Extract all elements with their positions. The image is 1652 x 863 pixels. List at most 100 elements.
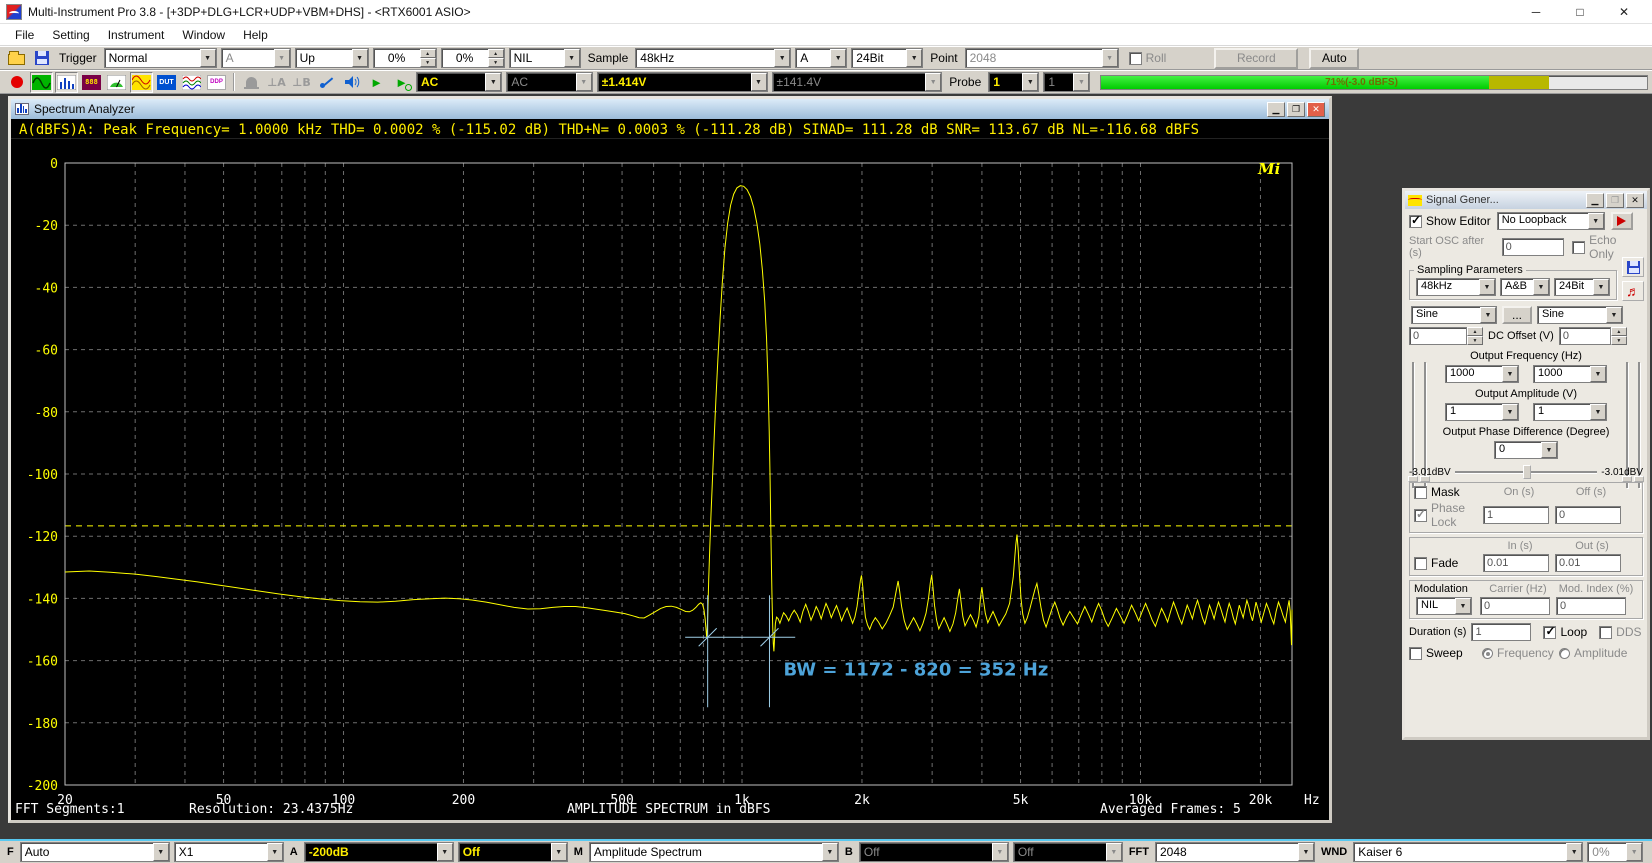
dc-offset-a-field[interactable]: 0 (1409, 327, 1467, 345)
chevron-down-icon (1566, 843, 1582, 861)
menu-setting[interactable]: Setting (43, 26, 98, 44)
a-ref-select[interactable]: Off (458, 842, 568, 862)
trigger-mode-select[interactable]: Normal (104, 48, 217, 68)
fft-label: FFT (1129, 846, 1149, 858)
menu-help[interactable]: Help (234, 26, 277, 44)
probe-a-select[interactable]: 1 (988, 72, 1039, 92)
oscilloscope-icon[interactable] (30, 72, 53, 93)
maximize-icon[interactable] (1558, 1, 1602, 23)
save-file-icon[interactable] (30, 48, 53, 69)
trigger-delay-stepper[interactable]: 0% (441, 48, 505, 68)
music-notes-icon[interactable] (1622, 281, 1644, 301)
fft-size-select[interactable]: 2048 (1155, 842, 1315, 862)
probe-calibration-icon[interactable] (315, 72, 338, 93)
minimize-icon[interactable] (1267, 102, 1285, 117)
mode-select[interactable]: Amplitude Spectrum (589, 842, 839, 862)
dc-offset-a-stepper[interactable] (1467, 327, 1483, 345)
more-waveform-button[interactable]: ... (1502, 306, 1532, 324)
zoom-select[interactable]: X1 (174, 842, 284, 862)
play-loop-icon[interactable] (390, 72, 413, 93)
sweep-frequency-radio (1482, 648, 1493, 659)
amplitude-a-select[interactable]: 1 (1445, 403, 1519, 421)
echo-only-checkbox (1572, 241, 1585, 254)
close-icon[interactable] (1307, 102, 1325, 117)
derived-data-icon[interactable] (180, 72, 203, 93)
trigger-level-stepper[interactable]: 0% (373, 48, 437, 68)
chevron-down-icon (1106, 843, 1122, 861)
chevron-down-icon (1022, 73, 1038, 91)
svg-text:-160: -160 (27, 655, 58, 670)
spectrum-analyzer-icon[interactable] (55, 72, 78, 93)
bit-depth-select[interactable]: 24Bit (851, 48, 923, 68)
gen-bits-select[interactable]: 24Bit (1554, 278, 1610, 296)
menu-instrument[interactable]: Instrument (99, 26, 174, 44)
amplitude-b-select[interactable]: 1 (1533, 403, 1607, 421)
ddp-viewer-icon[interactable] (205, 72, 228, 93)
open-file-icon[interactable] (5, 48, 28, 69)
frequency-a-select[interactable]: 1000 (1445, 365, 1519, 383)
menu-window[interactable]: Window (173, 26, 234, 44)
sample-rate-select[interactable]: 48kHz (635, 48, 791, 68)
device-test-plan-icon[interactable] (155, 72, 178, 93)
data-logger-icon[interactable] (105, 72, 128, 93)
channel-a-range-select[interactable]: ±1.414V (597, 72, 768, 92)
speaker-icon[interactable] (340, 72, 363, 93)
hpf-select[interactable]: NIL (509, 48, 581, 68)
close-icon[interactable] (1602, 1, 1646, 23)
dc-offset-b-field[interactable]: 0 (1559, 327, 1611, 345)
dc-offset-b-stepper[interactable] (1611, 327, 1627, 345)
run-stop-icon[interactable] (5, 72, 28, 93)
mod-index-label: Mod. Index (%) (1556, 583, 1636, 595)
record-button: Record (1214, 48, 1298, 69)
freq-axis-select[interactable]: Auto (20, 842, 170, 862)
a-range-select[interactable]: -200dB (304, 842, 454, 862)
svg-text:20k: 20k (1249, 793, 1273, 808)
probe-b-select: 1 (1043, 72, 1090, 92)
channel-b-range-select: ±141.4V (772, 72, 943, 92)
b-ref-select: Off (1013, 842, 1123, 862)
save-signal-icon[interactable] (1622, 257, 1644, 277)
menu-file[interactable]: File (6, 26, 43, 44)
duration-field: 1 (1471, 623, 1531, 641)
chevron-down-icon (925, 73, 941, 91)
sample-channel-select[interactable]: A (795, 48, 847, 68)
multimeter-icon[interactable] (80, 72, 103, 93)
frequency-b-select[interactable]: 1000 (1533, 365, 1607, 383)
gen-channels-select[interactable]: A&B (1500, 278, 1550, 296)
play-icon[interactable] (365, 72, 388, 93)
chevron-down-icon (906, 49, 922, 67)
channel-b-coupling-select: AC (506, 72, 592, 92)
channel-a-coupling-select[interactable]: AC (416, 72, 502, 92)
spectrum-analyzer-titlebar[interactable]: Spectrum Analyzer (11, 99, 1329, 119)
minimize-icon[interactable] (1514, 1, 1558, 23)
signal-generator-icon[interactable] (130, 72, 153, 93)
waveform-b-select[interactable]: Sine (1537, 306, 1623, 324)
menubar: File Setting Instrument Window Help (0, 24, 1652, 46)
show-editor-checkbox[interactable] (1409, 215, 1422, 228)
trigger-edge-select[interactable]: Up (295, 48, 369, 68)
toolbar-display: F Auto X1 A -200dB Off M Amplitude Spect… (0, 839, 1652, 863)
roll-label: Roll (1146, 51, 1167, 65)
auto-button[interactable]: Auto (1309, 48, 1359, 69)
gen-sample-rate-select[interactable]: 48kHz (1416, 278, 1496, 296)
window-function-select[interactable]: Kaiser 6 (1353, 842, 1583, 862)
dds-checkbox (1599, 626, 1612, 639)
minimize-icon[interactable] (1586, 193, 1604, 208)
sweep-checkbox[interactable] (1409, 647, 1422, 660)
balance-slider[interactable] (1455, 465, 1598, 479)
app-icon (6, 4, 22, 20)
fade-checkbox[interactable] (1414, 557, 1427, 570)
waveform-a-select[interactable]: Sine (1411, 306, 1497, 324)
spectrum-chart[interactable]: 0-20-40-60-80-100-120-140-160-180-200205… (11, 139, 1329, 820)
run-generator-button[interactable] (1611, 212, 1633, 230)
svg-text:-100: -100 (27, 468, 58, 483)
mask-checkbox[interactable] (1414, 486, 1427, 499)
close-icon[interactable]: ✕ (1626, 193, 1644, 208)
phase-select[interactable]: 0 (1494, 441, 1558, 459)
signal-generator-titlebar[interactable]: Signal Gener... ✕ (1405, 191, 1647, 209)
modulation-select[interactable]: NIL (1416, 597, 1472, 615)
level-meter-text: 71%(-3.0 dBFS) (1325, 77, 1398, 88)
loopback-select[interactable]: No Loopback (1497, 212, 1605, 230)
restore-icon[interactable] (1287, 102, 1305, 117)
loop-checkbox[interactable] (1543, 626, 1556, 639)
